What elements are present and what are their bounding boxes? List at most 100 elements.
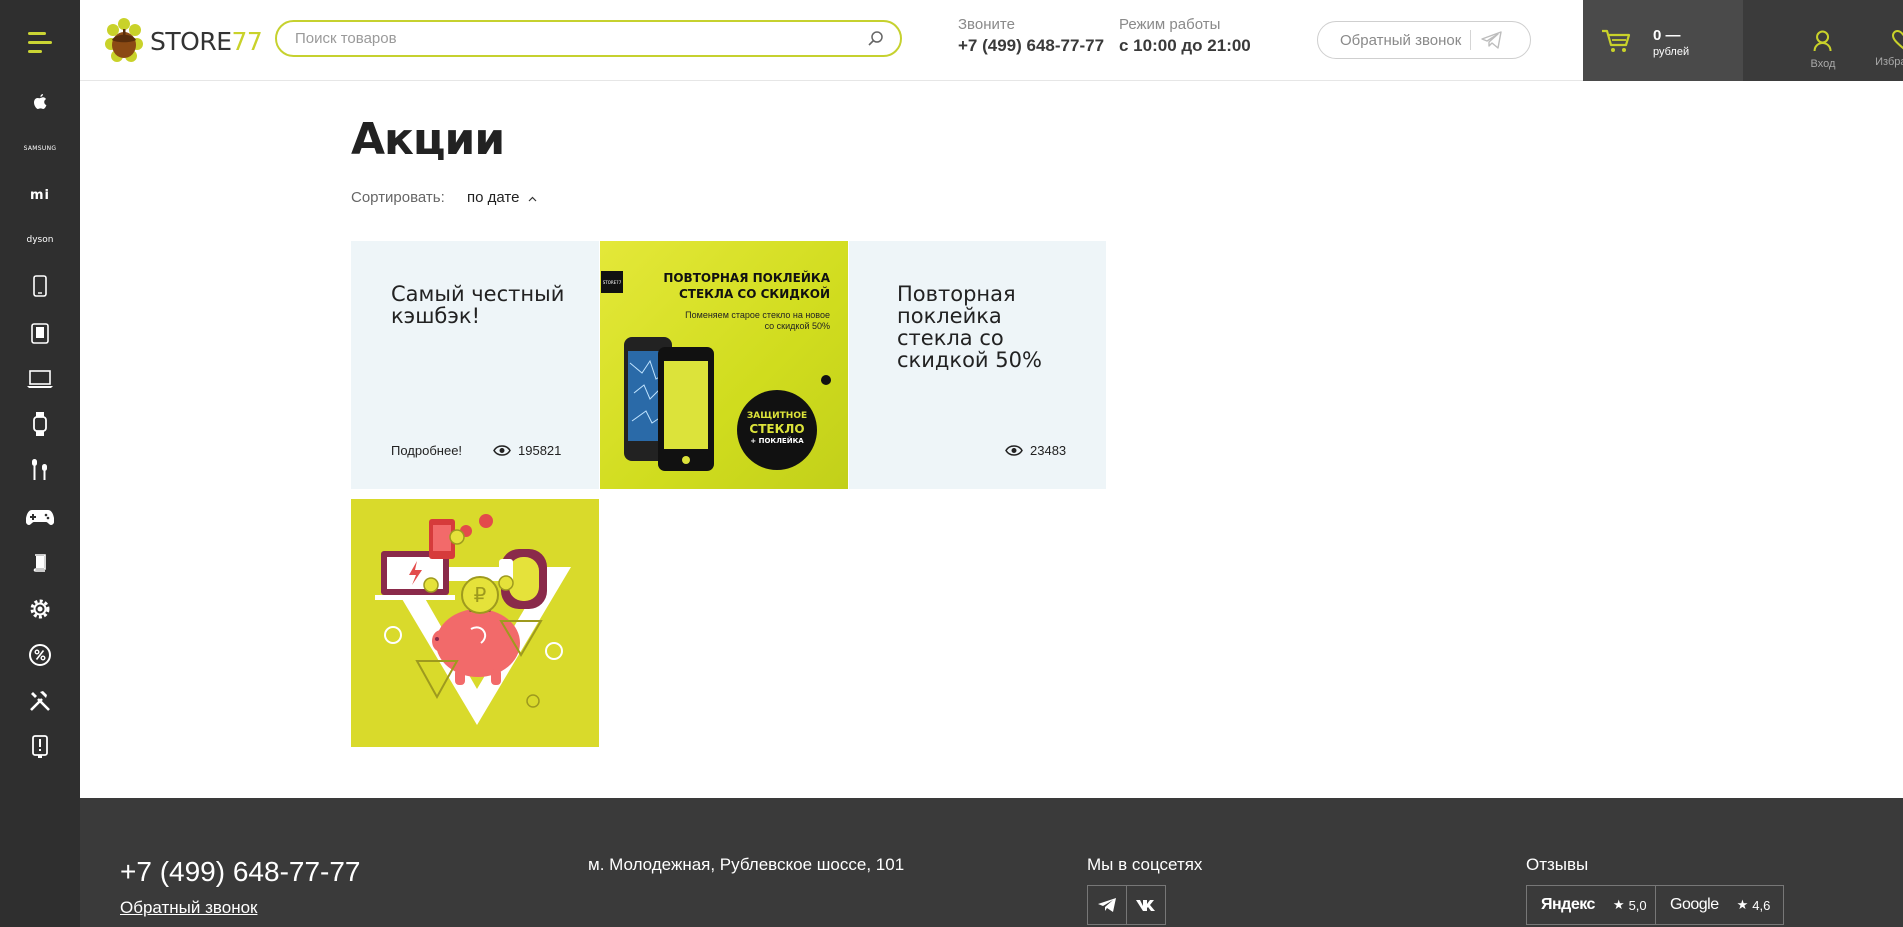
social-title: Мы в соцсетях <box>1087 855 1203 874</box>
menu-icon[interactable] <box>28 32 52 54</box>
promo-card-glass[interactable]: Повторная поклейка стекла со скидкой 50%… <box>849 241 1106 489</box>
sidebar-item-books[interactable] <box>20 545 60 581</box>
laptop-icon <box>27 370 53 388</box>
logo-text: STORE77 <box>150 26 263 56</box>
site-header: STORE77 Звоните +7 (499) 648-77-77 Режим… <box>80 0 1903 81</box>
call-info: Звоните +7 (499) 648-77-77 <box>958 16 1104 56</box>
favorites-label: Избранное <box>1875 56 1903 68</box>
search-bar <box>275 20 902 57</box>
percent-icon <box>29 644 51 666</box>
sidebar-item-watches[interactable] <box>20 406 60 442</box>
headphones-icon <box>32 459 47 480</box>
cart-button[interactable]: 0 — рублей <box>1583 0 1743 81</box>
sidebar-item-xiaomi[interactable]: mi <box>20 177 60 213</box>
page-title: Акции <box>351 114 505 165</box>
promo-title: Повторная поклейка стекла со скидкой 50% <box>897 282 1042 372</box>
svg-text:₽: ₽ <box>474 583 487 607</box>
cart-currency: рублей <box>1653 46 1690 58</box>
chevron-up-icon <box>528 196 537 202</box>
cart-sum: 0 — <box>1653 27 1681 44</box>
telegram-icon[interactable] <box>1481 31 1503 49</box>
hours-value: с 10:00 до 21:00 <box>1119 36 1251 55</box>
reviews-title: Отзывы <box>1526 855 1589 874</box>
vk-icon <box>1136 900 1155 911</box>
views-counter: 195821 <box>493 443 561 458</box>
call-caption: Звоните <box>958 16 1015 33</box>
views-count: 23483 <box>1030 443 1067 458</box>
cart-icon <box>1602 29 1631 52</box>
store-badge: STORE77 <box>601 271 623 293</box>
callback-label: Обратный звонок <box>1340 31 1462 49</box>
dyson-logo: dyson <box>26 235 54 245</box>
sidebar-item-audio[interactable] <box>20 452 60 488</box>
views-counter: 23483 <box>1005 443 1066 458</box>
promo-banner-glass[interactable]: STORE77 ПОВТОРНАЯ ПОКЛЕЙКА СТЕКЛА СО СКИ… <box>600 241 848 489</box>
google-rating[interactable]: Google ★ 4,6 <box>1655 885 1784 925</box>
sidebar-item-tablets[interactable] <box>20 315 60 351</box>
vk-button[interactable] <box>1126 885 1166 925</box>
telegram-button[interactable] <box>1087 885 1127 925</box>
search-icon[interactable] <box>866 29 886 49</box>
samsung-logo: SAMSUNG <box>23 144 57 152</box>
banner-headline: ПОВТОРНАЯ ПОКЛЕЙКА СТЕКЛА СО СКИДКОЙ <box>663 271 830 301</box>
sidebar-item-dyson[interactable]: dyson <box>20 222 60 258</box>
promo-title: Самый честный кэшбэк! <box>391 282 565 328</box>
sidebar-item-samsung[interactable]: SAMSUNG <box>20 130 60 166</box>
sidebar-item-laptops[interactable] <box>20 361 60 397</box>
smartwatch-icon <box>33 412 47 436</box>
tools-icon <box>30 691 50 711</box>
telegram-icon <box>1098 898 1116 912</box>
sort-dropdown[interactable]: по дате <box>467 189 537 206</box>
login-label: Вход <box>1810 58 1836 70</box>
divider <box>1470 30 1472 50</box>
login-button[interactable]: Вход <box>1810 0 1836 81</box>
sidebar-item-games[interactable] <box>20 499 60 535</box>
footer-phone[interactable]: +7 (499) 648-77-77 <box>120 856 361 888</box>
hours-info: Режим работы с 10:00 до 21:00 <box>1119 16 1251 56</box>
apple-icon <box>34 94 47 109</box>
sort-label: Сортировать: <box>351 189 445 206</box>
promo-card-cashback[interactable]: Самый честный кэшбэк! Подробнее! 195821 <box>351 241 599 489</box>
favorites-button[interactable]: Избранное <box>1863 0 1903 81</box>
sort-value: по дате <box>467 189 520 206</box>
sidebar-item-info[interactable] <box>20 729 60 765</box>
book-icon <box>33 554 46 572</box>
nut-logo-icon <box>105 18 143 62</box>
promo-more-link[interactable]: Подробнее! <box>391 443 462 458</box>
eye-icon <box>493 445 511 456</box>
banner-circle-badge: ЗАЩИТНОЕ СТЕКЛО + ПОКЛЕЙКА <box>737 390 817 470</box>
eye-icon <box>1005 445 1023 456</box>
user-icon <box>1813 30 1832 52</box>
star-icon: ★ <box>1736 897 1749 913</box>
cashback-illustration: ₽ <box>375 514 571 725</box>
smartphone-icon <box>33 275 47 297</box>
footer-address: м. Молодежная, Рублевское шоссе, 101 <box>588 855 905 874</box>
gamepad-icon <box>26 510 54 525</box>
footer-callback-link[interactable]: Обратный звонок <box>120 898 257 918</box>
yandex-score: 5,0 <box>1628 897 1647 913</box>
store-logo[interactable]: STORE77 <box>104 18 263 64</box>
xiaomi-logo: mi <box>29 187 50 203</box>
yandex-rating[interactable]: Яндекс ★ 5,0 <box>1526 885 1656 925</box>
sidebar-item-accessories[interactable] <box>20 591 60 627</box>
user-panel: 0 — рублей Вход Избранное <box>1583 0 1903 81</box>
callback-button[interactable]: Обратный звонок <box>1317 21 1531 59</box>
promo-banner-cashback[interactable]: ₽ <box>351 499 599 747</box>
sidebar-item-apple[interactable] <box>20 84 60 120</box>
heart-icon <box>1892 30 1903 50</box>
sidebar-item-sales[interactable] <box>20 637 60 673</box>
category-sidebar: SAMSUNG mi dyson <box>0 0 80 927</box>
search-input[interactable] <box>295 22 855 55</box>
banner-subtitle: Поменяем старое стекло на новое со скидк… <box>685 310 830 331</box>
decor-dot <box>821 375 831 385</box>
hours-caption: Режим работы <box>1119 16 1221 33</box>
info-tablet-icon <box>32 735 48 758</box>
yandex-label: Яндекс <box>1541 896 1595 913</box>
sidebar-item-repair[interactable] <box>20 683 60 719</box>
site-footer: +7 (499) 648-77-77 Обратный звонок м. Мо… <box>80 798 1903 927</box>
gear-icon <box>30 599 50 619</box>
views-count: 195821 <box>518 443 562 458</box>
header-phone[interactable]: +7 (499) 648-77-77 <box>958 36 1104 56</box>
phones-illustration <box>624 337 714 471</box>
sidebar-item-smartphones[interactable] <box>20 268 60 304</box>
